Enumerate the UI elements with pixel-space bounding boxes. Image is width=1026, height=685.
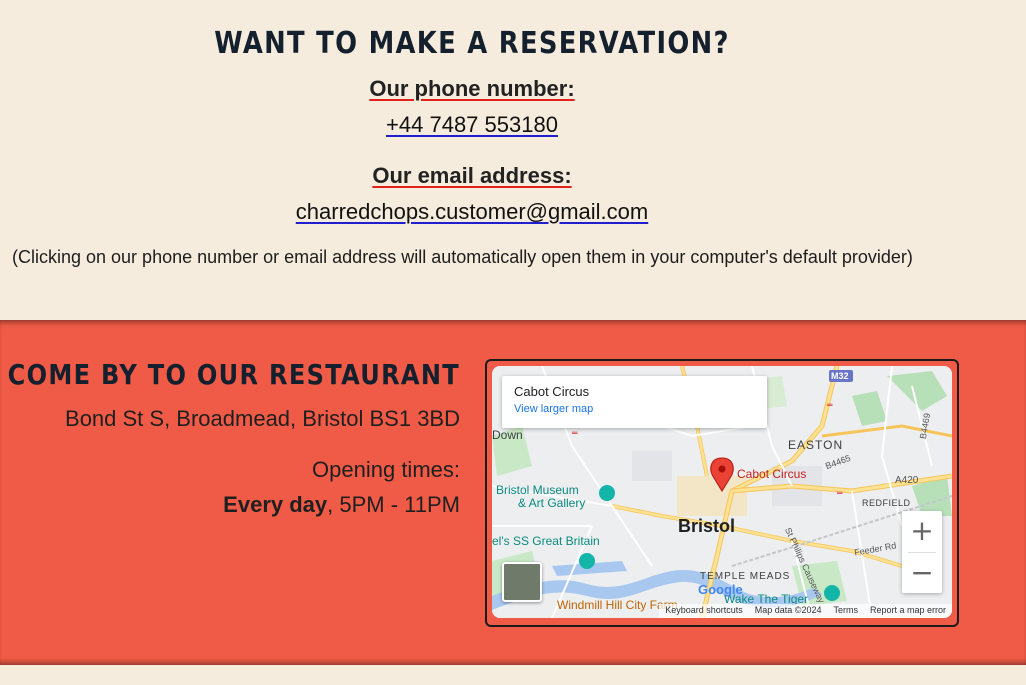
view-larger-map-link[interactable]: View larger map xyxy=(514,403,755,415)
restaurant-address: Bond St S, Broadmead, Bristol BS1 3BD xyxy=(65,406,460,431)
phone-row: +44 7487 553180 xyxy=(0,112,944,138)
museum-label-line2: & Art Gallery xyxy=(518,496,586,510)
ss-great-britain-label: el's SS Great Britain xyxy=(492,534,600,548)
email-label-text: Our email address: xyxy=(372,163,572,188)
phone-link[interactable]: +44 7487 553180 xyxy=(386,112,558,137)
redfield-label: REDFIELD xyxy=(862,498,911,508)
email-link[interactable]: charredchops.customer@gmail.com xyxy=(296,199,648,224)
map-frame: ═ ═ ═ M32 EASTON REDFIELD A420 B4465 B44… xyxy=(485,359,959,627)
visit-section: COME BY TO OUR RESTAURANT Bond St S, Bro… xyxy=(0,320,1026,665)
email-row: charredchops.customer@gmail.com xyxy=(0,199,944,225)
bristol-label: Bristol xyxy=(678,516,736,536)
phone-label: Our phone number: xyxy=(0,76,944,102)
bottom-strip xyxy=(0,665,1026,685)
zoom-out-button[interactable]: − xyxy=(902,553,942,593)
opening-hours: , 5PM - 11PM xyxy=(327,492,460,517)
keyboard-shortcuts-link[interactable]: Keyboard shortcuts xyxy=(665,605,743,617)
map-footer: Keyboard shortcuts Map data ©2024 Terms … xyxy=(659,604,952,618)
visit-heading: COME BY TO OUR RESTAURANT xyxy=(7,358,460,391)
m32-label: M32 xyxy=(831,371,849,381)
map-place-name: Cabot Circus xyxy=(514,384,590,399)
a420-label: A420 xyxy=(895,475,919,486)
reservation-section: WANT TO MAKE A RESERVATION? Our phone nu… xyxy=(0,0,1026,320)
easton-label: EASTON xyxy=(788,438,844,452)
email-label: Our email address: xyxy=(0,163,944,189)
embedded-map[interactable]: ═ ═ ═ M32 EASTON REDFIELD A420 B4465 B44… xyxy=(492,366,952,618)
opening-times-label: Opening times: xyxy=(312,457,460,482)
pin-label[interactable]: Cabot Circus xyxy=(737,467,806,481)
contact-note: (Clicking on our phone number or email a… xyxy=(12,247,913,267)
opening-days: Every day xyxy=(223,492,328,517)
temple-meads-label: TEMPLE MEADS xyxy=(700,571,791,582)
down-label: Down xyxy=(492,428,523,442)
report-error-link[interactable]: Report a map error xyxy=(870,605,946,617)
opening-times: Every day, 5PM - 11PM xyxy=(223,492,460,518)
svg-text:═: ═ xyxy=(826,401,833,411)
map-data-attribution: Map data ©2024 xyxy=(754,605,822,615)
map-place-card: Cabot Circus View larger map xyxy=(502,376,767,428)
terms-link[interactable]: Terms xyxy=(833,605,858,617)
satellite-toggle[interactable] xyxy=(502,562,542,602)
museum-label: Bristol Museum & Art Gallery xyxy=(496,484,585,510)
zoom-in-button[interactable]: + xyxy=(902,511,942,551)
svg-text:═: ═ xyxy=(836,489,843,499)
reservation-heading: WANT TO MAKE A RESERVATION? xyxy=(214,26,730,61)
phone-label-text: Our phone number: xyxy=(369,76,575,101)
svg-text:═: ═ xyxy=(571,429,578,439)
zoom-controls: + − xyxy=(902,511,942,593)
google-logo: Google xyxy=(698,582,743,597)
